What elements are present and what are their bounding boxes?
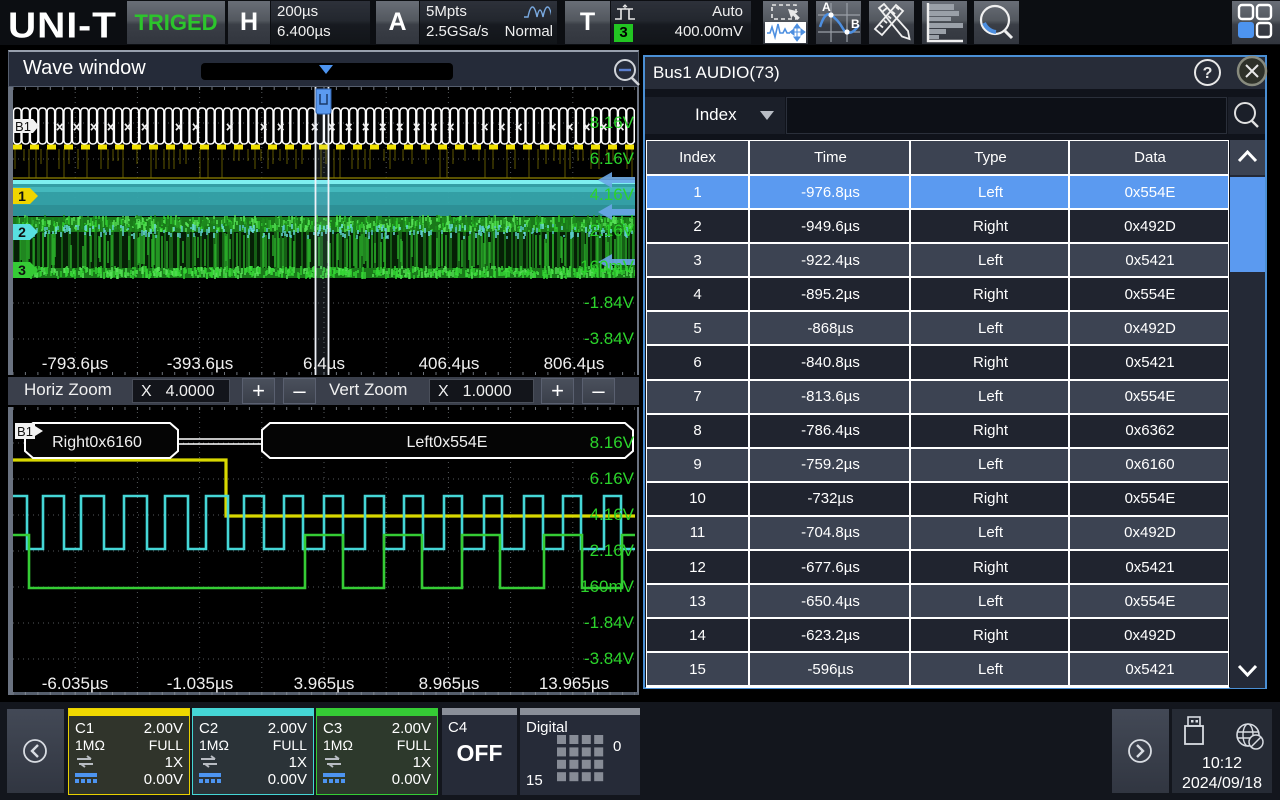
svg-text:?: ? <box>1203 65 1213 82</box>
svg-text:2: 2 <box>18 224 26 240</box>
svg-text:Left0x554E: Left0x554E <box>407 434 488 451</box>
svg-text:6.16V: 6.16V <box>590 149 635 168</box>
svg-text:2.16V: 2.16V <box>590 541 635 560</box>
svg-text:3: 3 <box>18 262 26 278</box>
svg-text:Right0x6160: Right0x6160 <box>52 434 142 451</box>
svg-text:-393.6µs: -393.6µs <box>167 354 234 373</box>
svg-text:-793.6µs: -793.6µs <box>42 354 109 373</box>
svg-text:806.4µs: 806.4µs <box>544 354 605 373</box>
svg-text:8.965µs: 8.965µs <box>419 674 480 693</box>
svg-text:6.4µs: 6.4µs <box>303 354 345 373</box>
svg-text:B1: B1 <box>17 424 33 439</box>
svg-text:13.965µs: 13.965µs <box>539 674 609 693</box>
svg-text:B1: B1 <box>15 119 31 134</box>
svg-text:160mV: 160mV <box>580 577 635 596</box>
svg-text:1: 1 <box>18 188 26 204</box>
svg-text:-3.84V: -3.84V <box>584 649 635 668</box>
svg-text:-1.84V: -1.84V <box>584 613 635 632</box>
svg-text:A: A <box>822 1 831 14</box>
svg-text:-3.84V: -3.84V <box>584 329 635 348</box>
svg-text:-1.035µs: -1.035µs <box>167 674 234 693</box>
svg-text:4.16V: 4.16V <box>590 185 635 204</box>
svg-text:406.4µs: 406.4µs <box>419 354 480 373</box>
svg-text:3.965µs: 3.965µs <box>294 674 355 693</box>
svg-text:4.16V: 4.16V <box>590 505 635 524</box>
svg-text:2.16V: 2.16V <box>590 221 635 240</box>
svg-text:B: B <box>851 17 860 31</box>
svg-text:8.16V: 8.16V <box>590 113 635 132</box>
svg-text:8.16V: 8.16V <box>590 433 635 452</box>
svg-text:160mV: 160mV <box>580 257 635 276</box>
svg-text:-6.035µs: -6.035µs <box>42 674 109 693</box>
svg-text:6.16V: 6.16V <box>590 469 635 488</box>
svg-text:-1.84V: -1.84V <box>584 293 635 312</box>
